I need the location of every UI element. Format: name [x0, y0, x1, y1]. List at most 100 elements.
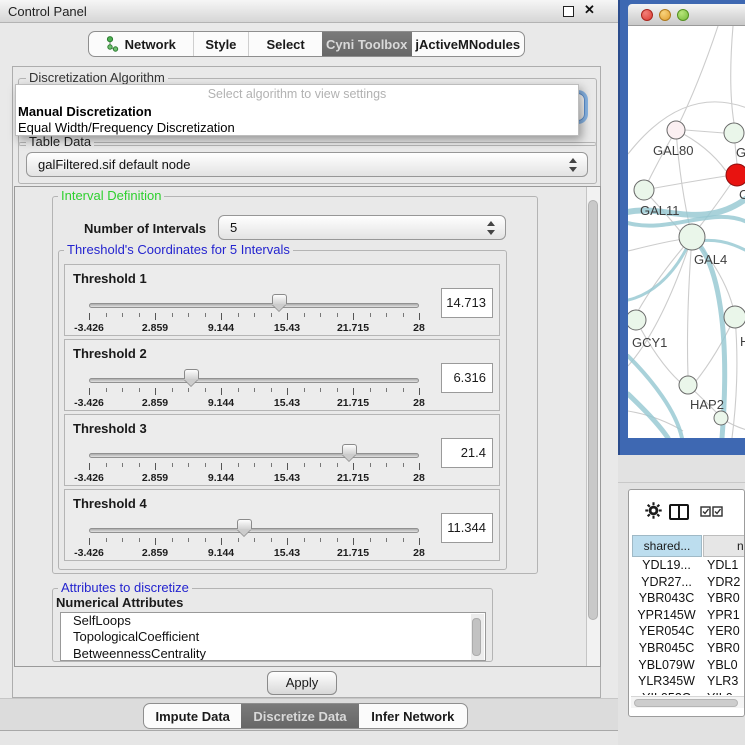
checkbox-filter-icons[interactable] — [700, 506, 723, 517]
tab-jactivemnodules[interactable]: jActiveMNodules — [412, 32, 524, 56]
threshold-value-field[interactable]: 11.344 — [441, 513, 493, 543]
threshold-slider-track[interactable] — [89, 453, 419, 458]
table-data-combobox[interactable]: galFiltered.sif default node — [26, 152, 588, 177]
tick-label: -3.426 — [74, 472, 104, 484]
cell-shared-name: YBR043C — [631, 591, 702, 605]
network-node-c[interactable] — [726, 164, 745, 186]
tick-mark — [238, 388, 239, 392]
horizontal-scrollbar-thumb[interactable] — [634, 699, 738, 707]
tick-mark — [287, 463, 288, 470]
tick-label: 28 — [413, 472, 425, 484]
network-edge — [731, 26, 734, 123]
threshold-slider-track[interactable] — [89, 303, 419, 308]
tick-mark — [419, 463, 420, 470]
mac-close-icon[interactable] — [641, 9, 653, 21]
tick-mark — [403, 538, 404, 542]
cell-shared-name: YPR145W — [631, 608, 702, 622]
network-view-window[interactable]: GAL80GACGAL11GAL4GCY1HAHAP2 — [618, 0, 745, 455]
tick-mark — [89, 463, 90, 470]
tick-mark — [238, 313, 239, 317]
column-header-name[interactable]: n — [703, 535, 745, 557]
columns-icon[interactable] — [669, 504, 689, 520]
control-panel-tabs: NetworkStyleSelectCyni ToolboxjActiveMNo… — [88, 31, 525, 57]
tick-label: 21.715 — [337, 397, 369, 409]
network-node-hap2[interactable] — [679, 376, 697, 394]
network-node-ga[interactable] — [724, 123, 744, 143]
gear-icon[interactable] — [645, 502, 662, 522]
tick-mark — [419, 313, 420, 320]
network-node-label: GCY1 — [632, 335, 667, 350]
table-row[interactable]: YBR043CYBR0 — [631, 591, 745, 608]
cell-shared-name: YDR27... — [631, 575, 702, 589]
table-row[interactable]: YIL052CYIL0 — [631, 691, 745, 695]
table-row[interactable]: YBL079WYBL0 — [631, 658, 745, 675]
network-node-ha[interactable] — [724, 306, 745, 328]
numerical-attributes-list[interactable]: SelfLoopsTopologicalCoefficientBetweenne… — [60, 612, 486, 661]
network-node-gal4[interactable] — [679, 224, 705, 250]
threshold-value-field[interactable]: 14.713 — [441, 288, 493, 318]
algorithm-dropdown-popup: Select algorithm to view settings Manual… — [15, 84, 579, 136]
column-header-shared-name[interactable]: shared... — [632, 535, 702, 557]
vertical-scrollbar-thumb[interactable] — [588, 200, 598, 620]
attributes-scrollbar-thumb[interactable] — [472, 618, 481, 656]
tab-cyni-toolbox[interactable]: Cyni Toolbox — [322, 32, 412, 56]
threshold-slider-thumb[interactable] — [342, 444, 357, 454]
tab-discretize-data[interactable]: Discretize Data — [241, 704, 358, 728]
float-window-icon[interactable] — [563, 6, 574, 17]
threshold-slider-track[interactable] — [89, 528, 419, 533]
tick-mark — [337, 388, 338, 392]
network-node-gal11[interactable] — [634, 180, 654, 200]
network-edge — [685, 130, 724, 133]
attributes-scrollbar-track[interactable] — [471, 614, 484, 660]
table-row[interactable]: YER054CYER0 — [631, 624, 745, 641]
spinner-stepper-icon[interactable] — [487, 220, 496, 236]
tick-mark — [304, 538, 305, 542]
network-node-label: HA — [740, 334, 745, 349]
threshold-label: Threshold 4 — [73, 496, 147, 511]
tick-mark — [370, 538, 371, 542]
tab-style[interactable]: Style — [193, 32, 249, 56]
cell-shared-name: YBR045C — [631, 641, 702, 655]
network-edge-highlighted — [628, 394, 668, 438]
table-row[interactable]: YDR27...YDR2 — [631, 575, 745, 592]
table-row[interactable]: YBR045CYBR0 — [631, 641, 745, 658]
tick-mark — [254, 313, 255, 317]
table-row[interactable]: YDL19...YDL1 — [631, 558, 745, 575]
tick-mark — [205, 538, 206, 542]
table-row[interactable]: YLR345WYLR3 — [631, 674, 745, 691]
combo-stepper-icon[interactable] — [569, 157, 578, 173]
tick-mark — [386, 388, 387, 392]
tick-mark — [106, 463, 107, 467]
tab-select[interactable]: Select — [248, 32, 322, 56]
attribute-list-item[interactable]: TopologicalCoefficient — [61, 629, 485, 645]
number-of-intervals-spinner[interactable]: 5 — [218, 215, 506, 240]
mac-minimize-icon[interactable] — [659, 9, 671, 21]
attribute-list-item[interactable]: SelfLoops — [61, 613, 485, 629]
close-icon[interactable]: ✕ — [584, 2, 595, 18]
threshold-slider-thumb[interactable] — [184, 369, 199, 379]
network-edge — [688, 237, 693, 376]
slider-tick-scale: -3.4262.8599.14415.4321.71528 — [65, 463, 499, 485]
threshold-slider-thumb[interactable] — [272, 294, 287, 304]
threshold-slider-thumb[interactable] — [237, 519, 252, 529]
network-node-gcy1[interactable] — [628, 310, 646, 330]
threshold-value-field[interactable]: 21.4 — [441, 438, 493, 468]
network-node-gal80[interactable] — [667, 121, 685, 139]
dropdown-option-equal-width-frequency[interactable]: Equal Width/Frequency Discretization — [18, 120, 235, 135]
apply-button[interactable]: Apply — [267, 671, 337, 695]
threshold-value-field[interactable]: 6.316 — [441, 363, 493, 393]
tick-mark — [106, 538, 107, 542]
network-canvas[interactable]: GAL80GACGAL11GAL4GCY1HAHAP2 — [628, 26, 745, 438]
attribute-list-item[interactable]: BetweennessCentrality — [61, 646, 485, 661]
tick-label: 28 — [413, 322, 425, 334]
tab-infer-network[interactable]: Infer Network — [359, 704, 467, 728]
network-node-unlabeled[interactable] — [714, 411, 728, 425]
mac-zoom-icon[interactable] — [677, 9, 689, 21]
dropdown-option-manual-discretization[interactable]: Manual Discretization — [18, 104, 152, 119]
tab-network[interactable]: Network — [89, 32, 193, 56]
horizontal-scrollbar-track[interactable] — [631, 696, 745, 708]
network-window-titlebar[interactable] — [628, 4, 745, 26]
threshold-slider-track[interactable] — [89, 378, 419, 383]
tab-impute-data[interactable]: Impute Data — [144, 704, 241, 728]
table-row[interactable]: YPR145WYPR1 — [631, 608, 745, 625]
